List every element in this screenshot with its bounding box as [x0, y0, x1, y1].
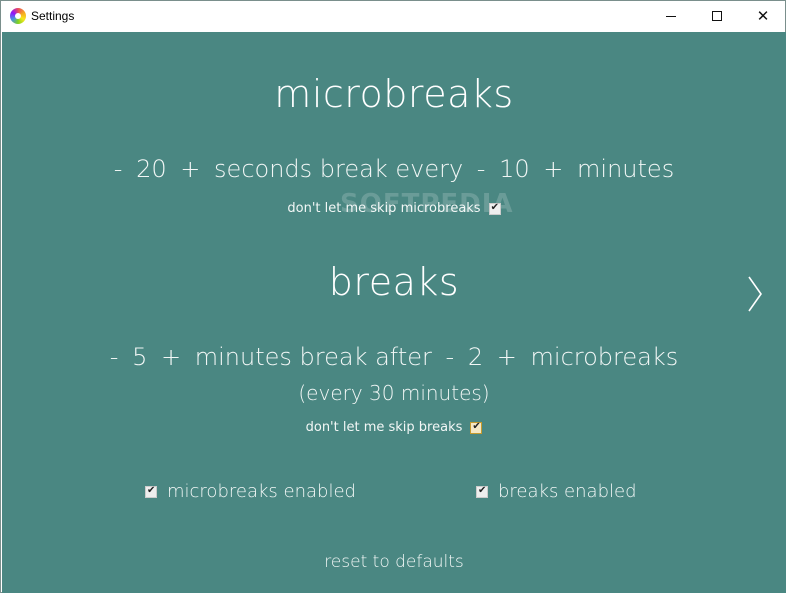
- microbreaks-settings-line: - 20 + seconds break every - 10 + minute…: [2, 155, 786, 183]
- microbreaks-enabled-toggle[interactable]: microbreaks enabled: [145, 481, 356, 502]
- maximize-icon: [712, 11, 722, 21]
- microbreak-interval-unit: minutes: [577, 155, 675, 183]
- microbreak-duration-increment[interactable]: +: [180, 155, 200, 183]
- chevron-right-icon[interactable]: [745, 274, 765, 314]
- break-strict-checkbox[interactable]: [470, 421, 483, 434]
- close-icon: ✕: [756, 6, 770, 25]
- app-logo-icon: [10, 8, 26, 24]
- microbreak-strict-label: don't let me skip microbreaks: [287, 201, 481, 216]
- settings-window: Settings ✕ microbreaks - 20 + seconds br…: [0, 0, 786, 593]
- breaks-enabled-toggle[interactable]: breaks enabled: [476, 481, 637, 502]
- microbreak-duration-value: 20: [136, 155, 167, 183]
- reset-defaults-link[interactable]: reset to defaults: [2, 552, 786, 572]
- close-button[interactable]: ✕: [740, 1, 786, 31]
- breaks-settings-line: - 5 + minutes break after - 2 + microbre…: [2, 343, 786, 371]
- break-duration-unit: minutes break after: [194, 343, 432, 371]
- break-strict-row: don't let me skip breaks: [2, 420, 786, 435]
- window-title: Settings: [31, 9, 75, 23]
- microbreaks-enabled-label: microbreaks enabled: [167, 481, 356, 502]
- break-duration-decrement[interactable]: -: [110, 343, 119, 371]
- microbreaks-heading: microbreaks: [274, 72, 514, 116]
- break-frequency-text: (every 30 minutes): [298, 381, 490, 405]
- break-duration-increment[interactable]: +: [161, 343, 181, 371]
- settings-content: microbreaks - 20 + seconds break every -…: [2, 32, 786, 593]
- break-interval-value: 2: [467, 343, 484, 371]
- title-bar[interactable]: Settings ✕: [1, 1, 785, 31]
- microbreak-duration-decrement[interactable]: -: [114, 155, 123, 183]
- microbreak-strict-row: don't let me skip microbreaks: [2, 201, 786, 216]
- breaks-enabled-label: breaks enabled: [498, 481, 637, 502]
- break-duration-value: 5: [132, 343, 148, 371]
- break-interval-decrement[interactable]: -: [446, 343, 455, 371]
- microbreak-interval-value: 10: [499, 155, 530, 183]
- microbreak-interval-increment[interactable]: +: [543, 155, 563, 183]
- microbreak-interval-decrement[interactable]: -: [477, 155, 486, 183]
- break-interval-unit: microbreaks: [530, 343, 679, 371]
- microbreak-strict-checkbox[interactable]: [488, 202, 501, 215]
- maximize-button[interactable]: [694, 1, 740, 31]
- break-strict-label: don't let me skip breaks: [305, 420, 463, 435]
- breaks-enabled-checkbox[interactable]: [476, 485, 488, 498]
- break-interval-increment[interactable]: +: [497, 343, 517, 371]
- minimize-icon: [666, 15, 676, 17]
- microbreaks-enabled-checkbox[interactable]: [145, 485, 157, 498]
- microbreak-duration-unit: seconds break every: [214, 155, 464, 183]
- breaks-heading: breaks: [328, 260, 460, 304]
- minimize-button[interactable]: [648, 1, 694, 31]
